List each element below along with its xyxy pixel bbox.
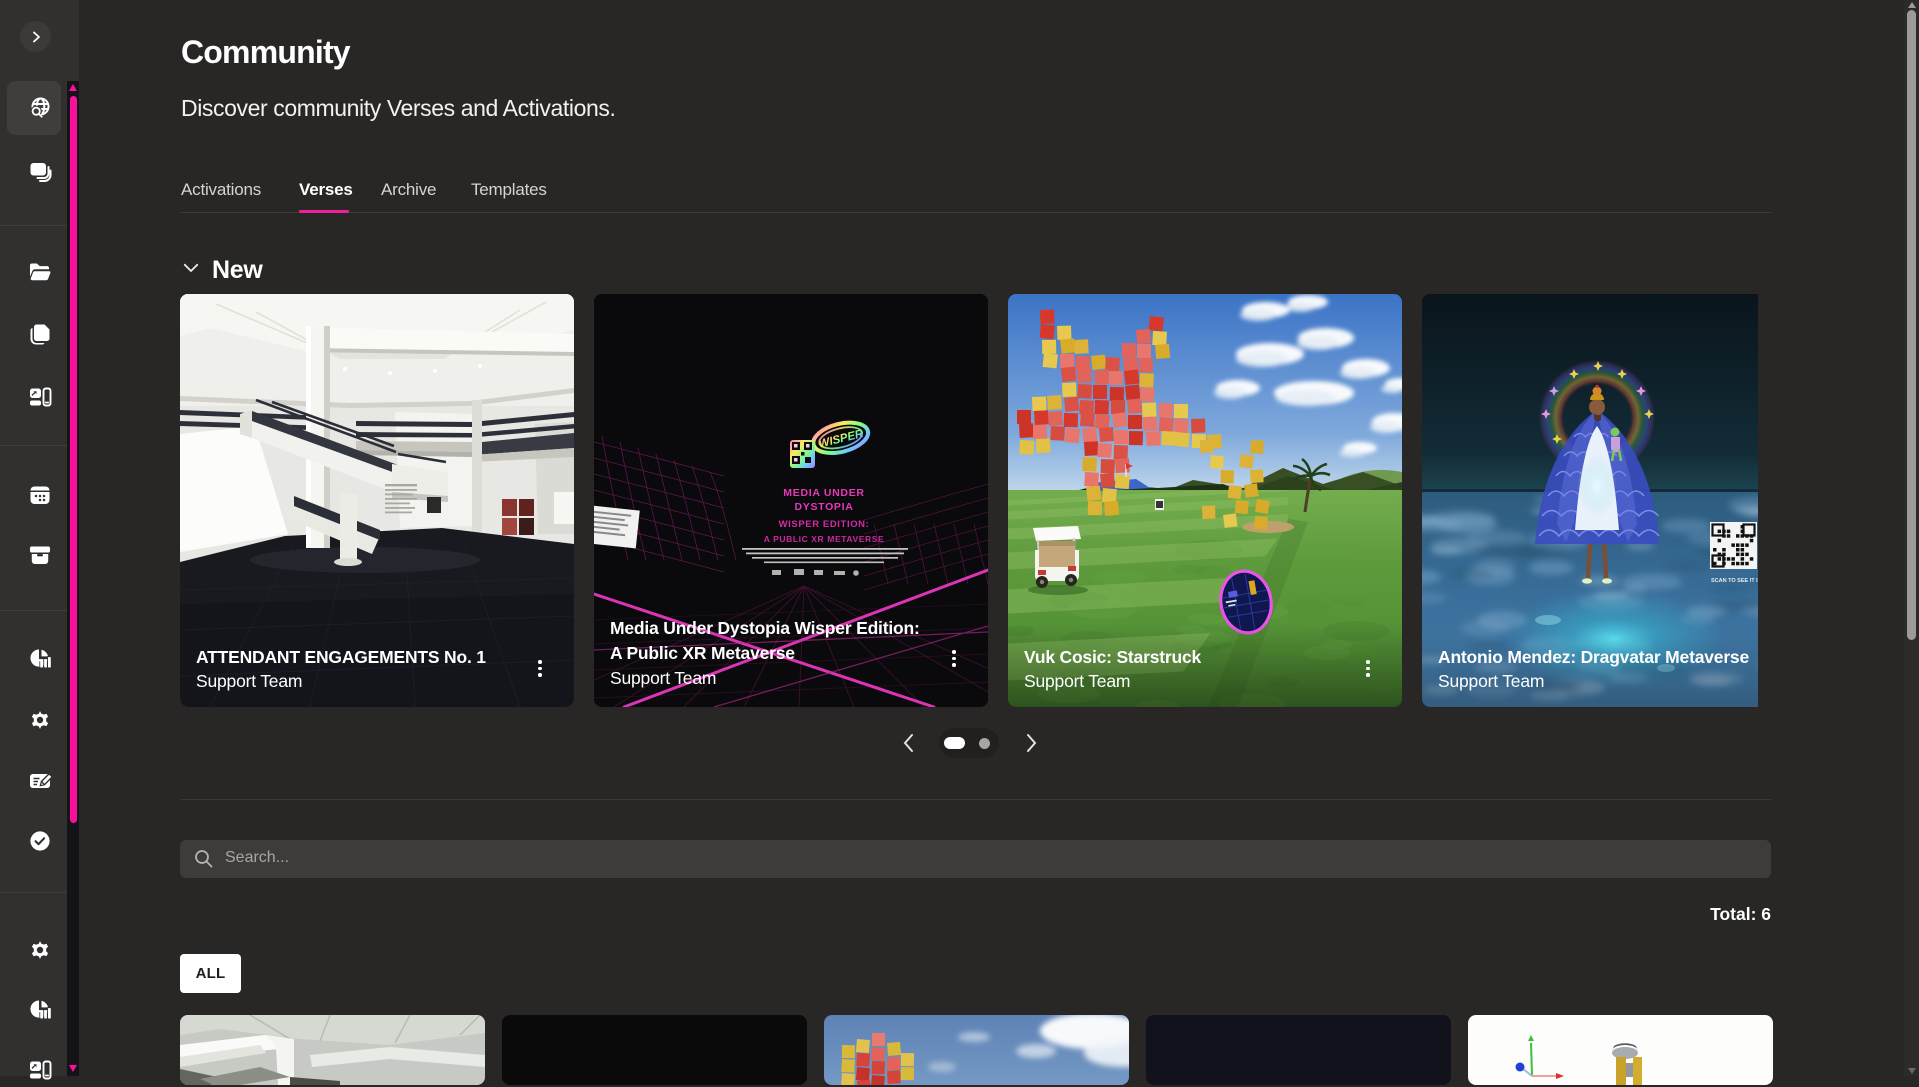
svg-text:A PUBLIC XR METAVERSE: A PUBLIC XR METAVERSE xyxy=(764,534,885,544)
svg-text:MEDIA UNDER: MEDIA UNDER xyxy=(783,487,864,499)
svg-text:DYSTOPIA: DYSTOPIA xyxy=(794,501,853,513)
svg-text:SCAN TO SEE IT IN A: SCAN TO SEE IT IN A xyxy=(1711,578,1758,584)
svg-text:WISPER EDITION:: WISPER EDITION: xyxy=(779,519,870,530)
